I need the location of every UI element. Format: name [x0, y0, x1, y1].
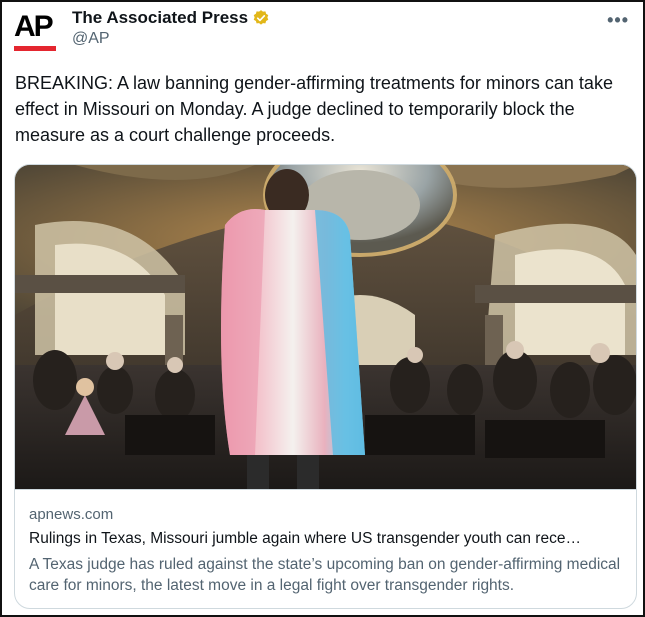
card-info[interactable]: apnews.com Rulings in Texas, Missouri ju… — [15, 489, 636, 608]
card-image[interactable] — [15, 165, 636, 489]
author-display-name[interactable]: The Associated Press — [72, 8, 248, 28]
link-card[interactable]: apnews.com Rulings in Texas, Missouri ju… — [14, 164, 637, 609]
avatar-logo-bar — [14, 46, 56, 51]
tweet-frame: AP The Associated Press @AP ••• BREAKING… — [0, 0, 645, 617]
avatar[interactable]: AP — [12, 10, 60, 58]
author-name-row: The Associated Press — [72, 8, 270, 28]
author-handle[interactable]: @AP — [72, 30, 110, 48]
tweet-text: BREAKING: A law banning gender-affirming… — [15, 73, 613, 145]
avatar-logo-text: AP — [14, 10, 54, 43]
card-title: Rulings in Texas, Missouri jumble again … — [29, 530, 581, 547]
capitol-rotunda-photo — [15, 165, 636, 489]
card-domain: apnews.com — [29, 506, 114, 523]
verified-badge-icon — [253, 10, 269, 25]
more-options-icon[interactable]: ••• — [607, 10, 629, 31]
card-description: A Texas judge has ruled against the stat… — [29, 556, 621, 594]
